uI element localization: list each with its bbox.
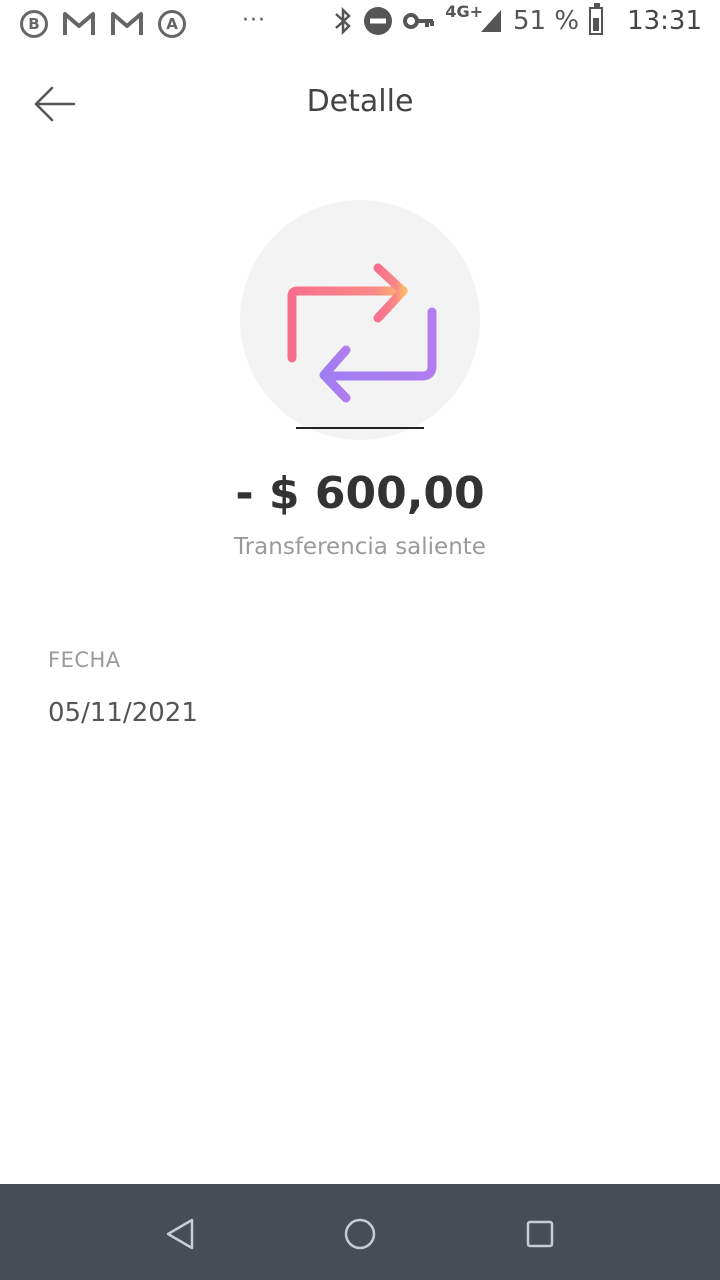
- vpn-key-icon: [403, 13, 435, 29]
- gmail-icon-2: [111, 12, 143, 35]
- gmail-icon: [63, 12, 95, 35]
- back-triangle-icon[interactable]: [160, 1214, 200, 1254]
- transaction-amount: - $ 600,00: [235, 468, 485, 519]
- notification-icons: B A: [20, 10, 186, 38]
- b-notification-icon: B: [20, 10, 48, 38]
- system-status: 4G+ 51 % 13:31: [333, 2, 702, 36]
- status-bar: B A ··· 4G+ 51 % 13:31: [0, 0, 720, 52]
- detail-screen: B A ··· 4G+ 51 % 13:31 Detalle - $ 600,0…: [0, 0, 720, 1280]
- do-not-disturb-icon: [364, 7, 393, 35]
- transfer-arrows-icon: [287, 263, 437, 403]
- clock: 13:31: [627, 6, 702, 36]
- icon-divider: [296, 427, 424, 429]
- recents-square-icon[interactable]: [520, 1214, 560, 1254]
- date-label: FECHA: [48, 648, 121, 672]
- page-title: Detalle: [306, 84, 414, 119]
- network-type: 4G+: [445, 1, 483, 21]
- a-notification-icon: A: [158, 10, 186, 38]
- more-notifications-icon: ···: [242, 8, 266, 33]
- navigation-bar: [0, 1184, 720, 1280]
- transaction-icon-circle: [240, 200, 480, 440]
- home-circle-icon[interactable]: [340, 1214, 380, 1254]
- battery-percent: 51 %: [513, 6, 580, 36]
- battery-icon: [589, 3, 604, 35]
- transaction-type: Transferencia saliente: [234, 534, 486, 560]
- date-value: 05/11/2021: [48, 698, 198, 728]
- app-header: Detalle: [0, 70, 720, 142]
- bluetooth-icon: [335, 6, 352, 36]
